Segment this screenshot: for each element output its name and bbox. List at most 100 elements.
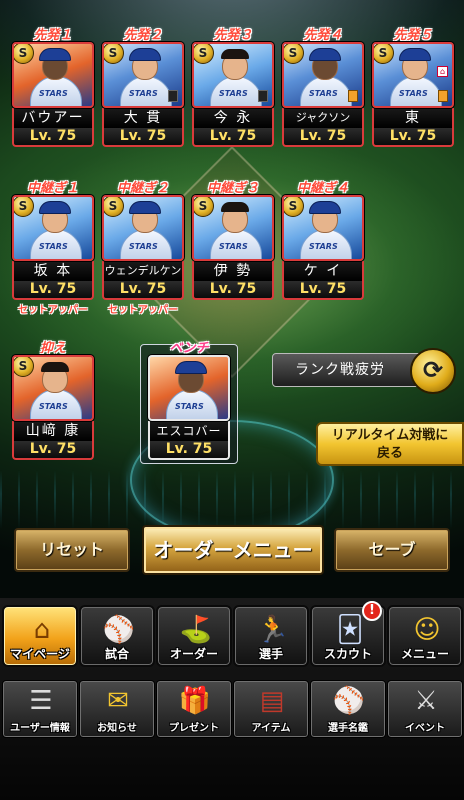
- player-name: 坂 本: [12, 261, 94, 281]
- slot-label: 先発３: [213, 28, 253, 43]
- notice-icon: ✉: [107, 686, 129, 716]
- sub-menu-present[interactable]: 🎁 プレゼント: [156, 680, 232, 738]
- slot-label: 中継ぎ２: [116, 181, 169, 196]
- player-card[interactable]: [148, 355, 230, 421]
- swap-arrows-icon[interactable]: ⟳: [410, 348, 456, 394]
- return-to-realtime-battle-button[interactable]: リアルタイム対戦に 戻る: [316, 422, 464, 466]
- main-menu-menu[interactable]: ☺ メニュー: [387, 605, 463, 667]
- bench-slot[interactable]: ベンチ エスコバー Lv. 75: [148, 341, 230, 460]
- item-icon: ▤: [259, 686, 285, 716]
- starter-slot-3[interactable]: 先発３ S 今 永 Lv. 75: [192, 28, 274, 147]
- main-menu-label: 選手: [258, 647, 283, 661]
- player-level: Lv. 75: [372, 128, 454, 147]
- slot-label: 抑え: [39, 341, 66, 356]
- save-button[interactable]: セーブ: [334, 528, 450, 572]
- player-level: Lv. 75: [192, 281, 274, 300]
- main-menu-label: マイページ: [10, 647, 70, 661]
- order-menu-button[interactable]: オーダーメニュー: [142, 525, 324, 575]
- slot-label: 中継ぎ１: [26, 181, 79, 196]
- sub-menu-event[interactable]: ⚔ イベント: [387, 680, 463, 738]
- sub-menu-label: プレゼント: [169, 723, 219, 734]
- sub-menu-user-info[interactable]: ☰ ユーザー情報: [2, 680, 78, 738]
- rank-badge-icon: S: [104, 197, 124, 217]
- main-menu-players[interactable]: 🏃 選手: [233, 605, 309, 667]
- player-level: Lv. 75: [12, 128, 94, 147]
- realtime-line-1: リアルタイム対戦に: [331, 428, 449, 443]
- player-level: Lv. 75: [192, 128, 274, 147]
- realtime-line-2: 戻る: [376, 446, 403, 461]
- field-formation-icon: ⛳: [179, 615, 213, 645]
- sub-menu-label: アイテム: [251, 723, 291, 734]
- player-icon: 🏃: [256, 615, 290, 645]
- sub-menu-label: 選手名鑑: [328, 723, 368, 734]
- player-card[interactable]: S: [12, 195, 94, 261]
- main-menu-label: メニュー: [400, 647, 449, 661]
- sub-menu-label: ユーザー情報: [10, 723, 70, 734]
- main-menu: ⌂ マイページ ⚾ 試合 ⛳ オーダー 🏃 選手 🃏 スカウト ! ☺ メニュー: [0, 601, 464, 669]
- starter-slot-4[interactable]: 先発４ S ジャクソン Lv. 75: [282, 28, 364, 147]
- sub-menu-player-directory[interactable]: ⚾ 選手名鑑: [310, 680, 386, 738]
- rank-badge-icon: S: [14, 197, 34, 217]
- slot-label: 先発４: [303, 28, 343, 43]
- alert-badge-icon: !: [362, 601, 382, 621]
- slot-label: 先発１: [33, 28, 73, 43]
- rank-badge-icon: S: [194, 44, 214, 64]
- sub-menu-item[interactable]: ▤ アイテム: [233, 680, 309, 738]
- status-marker-icon: [168, 90, 178, 102]
- player-card[interactable]: S: [102, 42, 184, 108]
- rank-fatigue-label: ランク戦疲労: [272, 353, 422, 387]
- rank-badge-icon: S: [284, 197, 304, 217]
- slot-label: 先発２: [123, 28, 163, 43]
- home-icon: ⌂: [33, 615, 51, 645]
- player-card[interactable]: S: [102, 195, 184, 261]
- order-actions: リセット オーダーメニュー セーブ: [0, 525, 464, 578]
- closer-slot[interactable]: 抑え S 山﨑 康 Lv. 75: [12, 341, 94, 460]
- player-card[interactable]: S: [282, 195, 364, 261]
- main-menu-mypage[interactable]: ⌂ マイページ: [2, 605, 78, 667]
- sub-menu-label: イベント: [405, 723, 445, 734]
- rank-badge-icon: S: [194, 197, 214, 217]
- sub-menu: ☰ ユーザー情報 ✉ お知らせ 🎁 プレゼント ▤ アイテム ⚾ 選手名鑑 ⚔ …: [0, 680, 464, 742]
- main-menu-label: オーダー: [169, 647, 218, 661]
- player-name: エスコバー: [148, 421, 230, 441]
- player-name: 大 貫: [102, 108, 184, 128]
- role-label: セットアッパー: [18, 305, 88, 316]
- player-level: Lv. 75: [102, 281, 184, 300]
- player-card[interactable]: S: [12, 355, 94, 421]
- player-card[interactable]: S: [192, 195, 274, 261]
- player-card[interactable]: S: [192, 42, 274, 108]
- menu-character-icon: ☺: [413, 615, 441, 645]
- main-menu-scout[interactable]: 🃏 スカウト !: [310, 601, 386, 667]
- player-level: Lv. 75: [12, 281, 94, 300]
- reliever-slot-2[interactable]: 中継ぎ２ S ウェンデルケン Lv. 75 セットアッパー: [102, 181, 184, 316]
- sub-menu-label: お知らせ: [97, 723, 137, 734]
- main-menu-order[interactable]: ⛳ オーダー: [156, 605, 232, 667]
- rank-badge-icon: S: [14, 44, 34, 64]
- player-directory-icon: ⚾: [332, 686, 366, 716]
- hud-lines: [0, 470, 464, 530]
- player-card[interactable]: S ⌂: [372, 42, 454, 108]
- reliever-slot-1[interactable]: 中継ぎ１ S 坂 本 Lv. 75 セットアッパー: [12, 181, 94, 316]
- starter-slot-2[interactable]: 先発２ S 大 貫 Lv. 75: [102, 28, 184, 147]
- reliever-slot-3[interactable]: 中継ぎ３ S 伊 勢 Lv. 75: [192, 181, 274, 300]
- status-marker-icon: [438, 90, 448, 102]
- main-menu-game[interactable]: ⚾ 試合: [79, 605, 155, 667]
- player-name: 東: [372, 108, 454, 128]
- player-level: Lv. 75: [102, 128, 184, 147]
- home-icon: ⌂: [437, 66, 448, 77]
- player-name: 伊 勢: [192, 261, 274, 281]
- event-icon: ⚔: [414, 686, 438, 716]
- starter-slot-5[interactable]: 先発５ S ⌂ 東 Lv. 75: [372, 28, 454, 147]
- rank-badge-icon: S: [104, 44, 124, 64]
- status-marker-icon: [348, 90, 358, 102]
- player-card[interactable]: S: [12, 42, 94, 108]
- slot-label: 先発５: [393, 28, 433, 43]
- reset-button[interactable]: リセット: [14, 528, 130, 572]
- user-info-icon: ☰: [29, 686, 53, 716]
- player-level: Lv. 75: [12, 441, 94, 460]
- starter-slot-1[interactable]: 先発１ S バウアー Lv. 75: [12, 28, 94, 147]
- player-level: Lv. 75: [282, 128, 364, 147]
- player-card[interactable]: S: [282, 42, 364, 108]
- sub-menu-notice[interactable]: ✉ お知らせ: [79, 680, 155, 738]
- reliever-slot-4[interactable]: 中継ぎ４ S ケ イ Lv. 75: [282, 181, 364, 300]
